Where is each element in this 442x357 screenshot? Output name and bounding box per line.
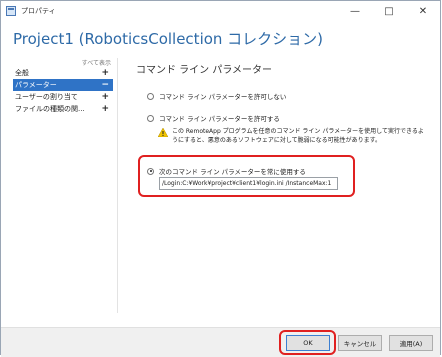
sidebar-item-parameters[interactable]: パラメーター − bbox=[13, 79, 113, 91]
properties-window: プロパティ — □ ✕ Project1 (RoboticsCollection… bbox=[0, 0, 441, 357]
radio-button[interactable] bbox=[147, 114, 154, 122]
page-title: Project1 (RoboticsCollection コレクション) bbox=[13, 30, 324, 48]
sidebar-item-label: 全般 bbox=[15, 69, 29, 77]
sidebar-item-label: ファイルの種類の関... bbox=[15, 105, 85, 113]
window-controls: — □ ✕ bbox=[338, 1, 440, 21]
expand-icon: + bbox=[101, 104, 109, 114]
sidebar-item-label: ユーザーの割り当て bbox=[15, 93, 78, 101]
sidebar-item-user-assignment[interactable]: ユーザーの割り当て + bbox=[13, 91, 113, 103]
panel-divider bbox=[117, 58, 118, 313]
ok-highlight-annotation bbox=[279, 330, 336, 355]
warning-text: この RemoteApp プログラムを任意のコマンド ライン パラメーターを使用… bbox=[172, 128, 424, 144]
sidebar-item-label: パラメーター bbox=[15, 81, 57, 89]
radio-disallow-params[interactable]: コマンド ライン パラメーターを許可しない bbox=[147, 90, 436, 102]
security-warning: この RemoteApp プログラムを任意のコマンド ライン パラメーターを使用… bbox=[158, 127, 428, 145]
collapse-icon: − bbox=[101, 80, 109, 90]
sidebar-item-file-types[interactable]: ファイルの種類の関... + bbox=[13, 103, 113, 115]
window-app-icon bbox=[6, 6, 16, 16]
radio-allow-params[interactable]: コマンド ライン パラメーターを許可する bbox=[147, 112, 436, 124]
window-title: プロパティ bbox=[21, 7, 56, 15]
sidebar-item-general[interactable]: 全般 + bbox=[13, 67, 113, 79]
expand-icon: + bbox=[101, 68, 109, 78]
minimize-button[interactable]: — bbox=[338, 1, 372, 21]
maximize-button[interactable]: □ bbox=[372, 1, 406, 21]
warning-icon bbox=[158, 128, 168, 137]
section-title: コマンド ライン パラメーター bbox=[136, 65, 273, 76]
cancel-button[interactable]: キャンセル bbox=[338, 335, 382, 351]
radio-label: コマンド ライン パラメーターを許可する bbox=[159, 115, 280, 123]
highlight-annotation bbox=[138, 155, 355, 197]
title-bar: プロパティ — □ ✕ bbox=[1, 1, 440, 21]
radio-button[interactable] bbox=[147, 92, 154, 100]
close-button[interactable]: ✕ bbox=[406, 1, 440, 21]
expand-icon: + bbox=[101, 92, 109, 102]
sidebar: すべて表示 全般 + パラメーター − ユーザーの割り当て + ファイルの種類の… bbox=[13, 58, 113, 115]
apply-button[interactable]: 適用(A) bbox=[389, 335, 433, 351]
radio-label: コマンド ライン パラメーターを許可しない bbox=[159, 93, 287, 101]
show-all-link[interactable]: すべて表示 bbox=[13, 58, 113, 67]
